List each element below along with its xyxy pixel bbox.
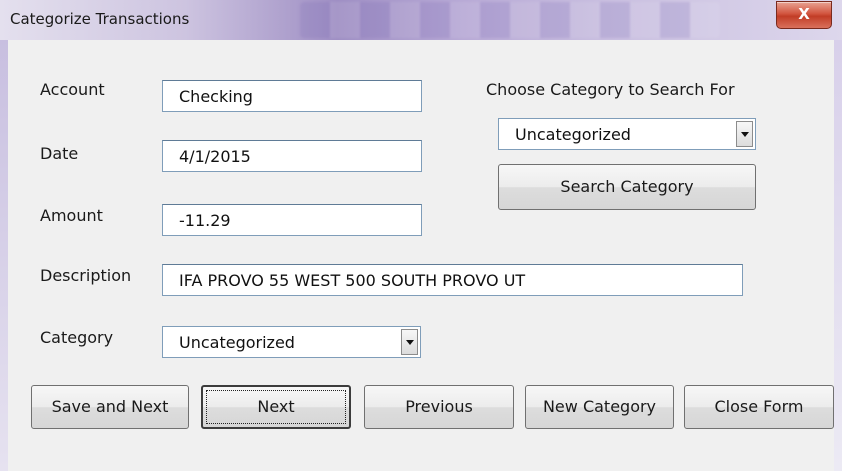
title-bar-glass xyxy=(300,2,720,38)
window-frame-right xyxy=(834,40,842,471)
title-bar[interactable]: Categorize Transactions X xyxy=(0,0,842,41)
search-category-selected-value: Uncategorized xyxy=(515,125,631,144)
account-field[interactable]: Checking xyxy=(162,80,422,112)
save-and-next-button[interactable]: Save and Next xyxy=(31,385,189,429)
search-category-dropdown[interactable]: Uncategorized xyxy=(498,118,756,150)
new-category-button[interactable]: New Category xyxy=(525,385,674,429)
close-window-button[interactable]: X xyxy=(776,1,832,29)
date-field[interactable]: 4/1/2015 xyxy=(162,140,422,172)
window-title: Categorize Transactions xyxy=(10,10,190,28)
account-label: Account xyxy=(40,80,105,99)
form-client-area: Account Checking Date 4/1/2015 Amount -1… xyxy=(8,40,834,471)
close-form-button[interactable]: Close Form xyxy=(684,385,834,429)
categorize-transactions-window: Categorize Transactions X Account Checki… xyxy=(0,0,842,471)
chevron-down-icon[interactable] xyxy=(736,121,753,147)
search-category-button[interactable]: Search Category xyxy=(498,164,756,210)
window-frame-left xyxy=(0,40,8,471)
chevron-down-icon[interactable] xyxy=(401,329,418,355)
category-selected-value: Uncategorized xyxy=(179,333,295,352)
search-category-label: Choose Category to Search For xyxy=(486,80,735,99)
description-label: Description xyxy=(40,266,132,285)
date-label: Date xyxy=(40,144,79,163)
next-button[interactable]: Next xyxy=(201,385,351,429)
close-icon: X xyxy=(798,5,810,23)
category-dropdown[interactable]: Uncategorized xyxy=(162,326,421,358)
amount-field[interactable]: -11.29 xyxy=(162,204,422,236)
description-field[interactable]: IFA PROVO 55 WEST 500 SOUTH PROVO UT xyxy=(162,264,743,296)
amount-label: Amount xyxy=(40,206,103,225)
category-label: Category xyxy=(40,328,114,347)
previous-button[interactable]: Previous xyxy=(364,385,514,429)
